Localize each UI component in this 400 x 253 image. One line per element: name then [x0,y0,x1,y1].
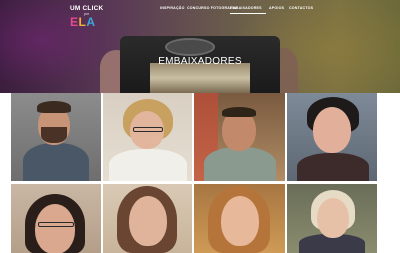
nav-item-concurso-fotografia[interactable]: CONCURSO FOTOGRAFIA [187,6,236,14]
ambassador-photo[interactable] [11,184,101,253]
ambassador-photo[interactable] [194,184,285,253]
nav-item-embaixadores[interactable]: EMBAIXADORES [230,6,266,14]
ambassador-photo[interactable] [194,93,285,181]
ambassador-photo[interactable] [103,184,192,253]
ambassador-photo[interactable] [103,93,192,181]
logo-ela: ELA [70,15,96,29]
ambassador-photo[interactable] [11,93,101,181]
logo-line1: UM CLICK [70,5,104,12]
main-nav: INSPIRAÇÃO CONCURSO FOTOGRAFIA EMBAIXADO… [160,6,313,14]
ambassador-grid [11,93,377,253]
page-title: EMBAIXADORES [158,56,242,67]
nav-item-inspiracao[interactable]: INSPIRAÇÃO [160,6,187,14]
ambassador-photo[interactable] [287,93,377,181]
nav-item-contactos[interactable]: CONTACTOS [289,6,313,14]
hero-banner: UM CLICK por ELA INSPIRAÇÃO CONCURSO FOT… [0,0,400,93]
nav-item-apoios[interactable]: APOIOS [269,6,286,14]
camera-lens-icon [165,38,215,56]
site-logo[interactable]: UM CLICK por ELA [70,5,110,33]
camera-screen [150,63,250,93]
ambassador-photo[interactable] [287,184,377,253]
